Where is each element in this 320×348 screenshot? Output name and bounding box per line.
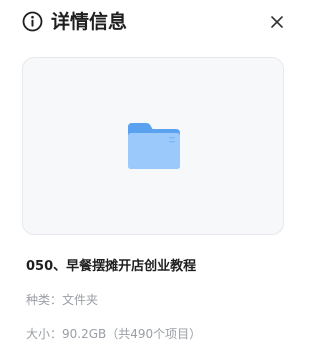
file-type-label: 种类： <box>26 293 63 307</box>
file-size-value: 90.2GB（共490个项目） <box>62 327 202 341</box>
file-type-row: 种类：文件夹 <box>26 291 98 309</box>
file-preview <box>22 57 284 235</box>
file-name: 050、早餐摆摊开店创业教程 <box>26 259 197 274</box>
details-panel: 详情信息 050、早餐摆摊开店创业教程 种类：文件夹 大小：90.2GB（共49… <box>0 0 304 348</box>
close-icon <box>271 16 283 28</box>
panel-header: 详情信息 <box>0 0 304 44</box>
panel-title: 详情信息 <box>51 11 128 33</box>
file-type-value: 文件夹 <box>62 293 99 307</box>
folder-tab-line-1 <box>169 137 175 139</box>
folder-tab-line-2 <box>169 141 175 143</box>
info-circle-icon <box>22 11 43 32</box>
folder-icon <box>128 123 180 169</box>
file-size-label: 大小： <box>26 327 63 341</box>
file-size-row: 大小：90.2GB（共490个项目） <box>26 325 201 343</box>
close-button[interactable] <box>265 10 289 34</box>
